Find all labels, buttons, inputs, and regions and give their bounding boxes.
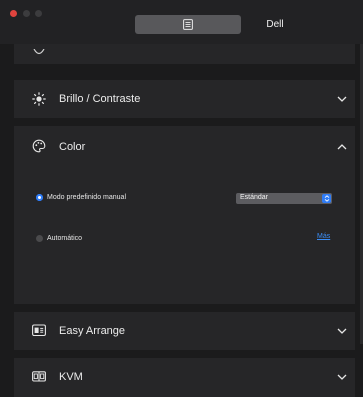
minimize-window-button[interactable] bbox=[23, 10, 30, 17]
automatic-mode-label: Automático bbox=[47, 235, 83, 242]
section-divider bbox=[14, 118, 355, 122]
automatic-mode-radio[interactable] bbox=[36, 235, 43, 242]
section-brightness-contrast[interactable]: Brillo / Contraste bbox=[14, 80, 355, 118]
layout-icon bbox=[32, 324, 46, 342]
section-icon bbox=[32, 46, 46, 60]
section-label: Brillo / Contraste bbox=[59, 93, 141, 105]
chevron-up-icon bbox=[337, 144, 347, 150]
section-label: Color bbox=[59, 141, 86, 153]
document-icon bbox=[183, 19, 193, 30]
preset-mode-label: Modo predefinido manual bbox=[47, 194, 126, 201]
window-title: Dell bbox=[266, 19, 284, 30]
select-arrows-icon bbox=[322, 194, 331, 203]
palette-icon bbox=[32, 139, 46, 153]
section-color[interactable]: Color bbox=[14, 126, 355, 168]
section-label: KVM bbox=[59, 371, 83, 383]
tab-settings[interactable] bbox=[135, 15, 241, 34]
chevron-down-icon bbox=[337, 96, 347, 102]
preset-mode-value: Estándar bbox=[240, 194, 269, 201]
title-bar: Dell bbox=[0, 0, 363, 44]
kvm-icon bbox=[32, 370, 46, 388]
section-divider bbox=[14, 64, 355, 68]
previous-section-panel bbox=[14, 44, 355, 64]
section-kvm[interactable]: KVM bbox=[14, 358, 355, 397]
preset-mode-select[interactable]: Estándar bbox=[236, 193, 332, 204]
maximize-window-button[interactable] bbox=[35, 10, 42, 17]
brightness-icon bbox=[32, 92, 46, 106]
section-easy-arrange[interactable]: Easy Arrange bbox=[14, 312, 355, 350]
chevron-down-icon bbox=[337, 374, 347, 380]
app-window: Dell Brillo / Contraste Color Modo prede… bbox=[0, 0, 363, 397]
close-window-button[interactable] bbox=[10, 10, 17, 17]
chevron-down-icon bbox=[337, 328, 347, 334]
more-link[interactable]: Más bbox=[317, 233, 330, 240]
preset-mode-radio[interactable] bbox=[36, 194, 43, 201]
section-label: Easy Arrange bbox=[59, 325, 126, 337]
